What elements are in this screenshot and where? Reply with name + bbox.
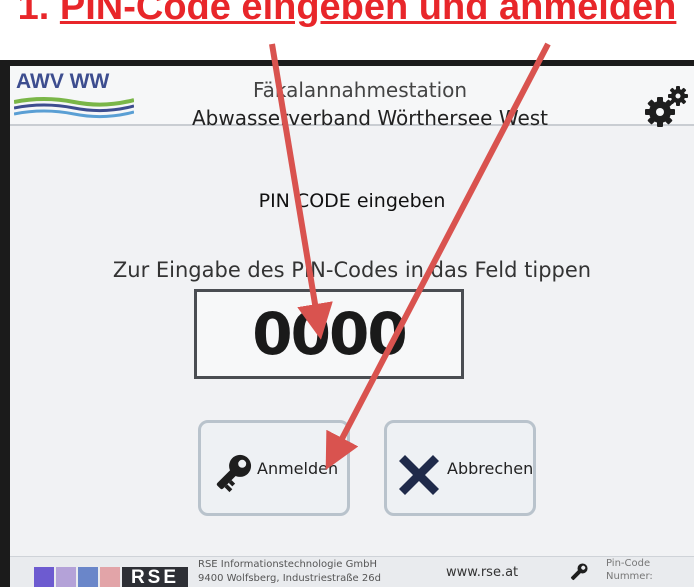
key-icon [570, 563, 588, 581]
brand-swatch [100, 567, 120, 587]
app-header: AWV WW Fäkalannahmestation Abwasserverba… [10, 66, 694, 130]
pin-code-label: Pin-Code Nummer: [606, 557, 653, 583]
app-screen: AWV WW Fäkalannahmestation Abwasserverba… [10, 66, 694, 587]
x-icon [399, 455, 439, 495]
caption-text: PIN-Code eingeben und anmelden [59, 0, 677, 28]
annotation-caption: 1. PIN-Code eingeben und anmelden [0, 0, 694, 29]
key-icon [216, 454, 252, 493]
cancel-button[interactable]: Abbrechen [384, 420, 536, 516]
caption-number: 1. [17, 0, 50, 28]
pin-input-field[interactable]: 0000 [194, 289, 464, 379]
wave-icon [14, 97, 134, 119]
login-button[interactable]: Anmelden [198, 420, 350, 516]
website-link: www.rse.at [446, 565, 519, 580]
gear-icon[interactable] [642, 82, 690, 130]
brand-swatch [78, 567, 98, 587]
pin-value: 0000 [252, 300, 407, 368]
company-address: 9400 Wolfsberg, Industriestraße 26d [198, 573, 381, 584]
instruction-text: Zur Eingabe des PIN-Codes in das Feld ti… [112, 258, 592, 282]
awv-logo: AWV WW [14, 70, 134, 122]
rse-logo: RSE [122, 567, 188, 587]
pin-code-label-line2: Nummer: [606, 571, 653, 582]
association-title: Abwasserverband Wörthersee West [191, 106, 549, 130]
pin-code-label-line1: Pin-Code [606, 558, 651, 569]
page-heading: PIN CODE eingeben [258, 190, 446, 212]
login-label: Anmelden [257, 459, 339, 478]
cancel-label: Abbrechen [447, 459, 534, 478]
company-name: RSE Informationstechnologie GmbH [198, 559, 377, 570]
logo-text: AWV WW [16, 70, 110, 93]
company-info: RSE Informationstechnologie GmbH 9400 Wo… [198, 558, 381, 586]
brand-swatch [56, 567, 76, 587]
brand-swatch [34, 567, 54, 587]
footer-bar: RSE RSE Informationstechnologie GmbH 940… [10, 556, 694, 587]
station-title: Fäkalannahmestation [252, 78, 468, 102]
